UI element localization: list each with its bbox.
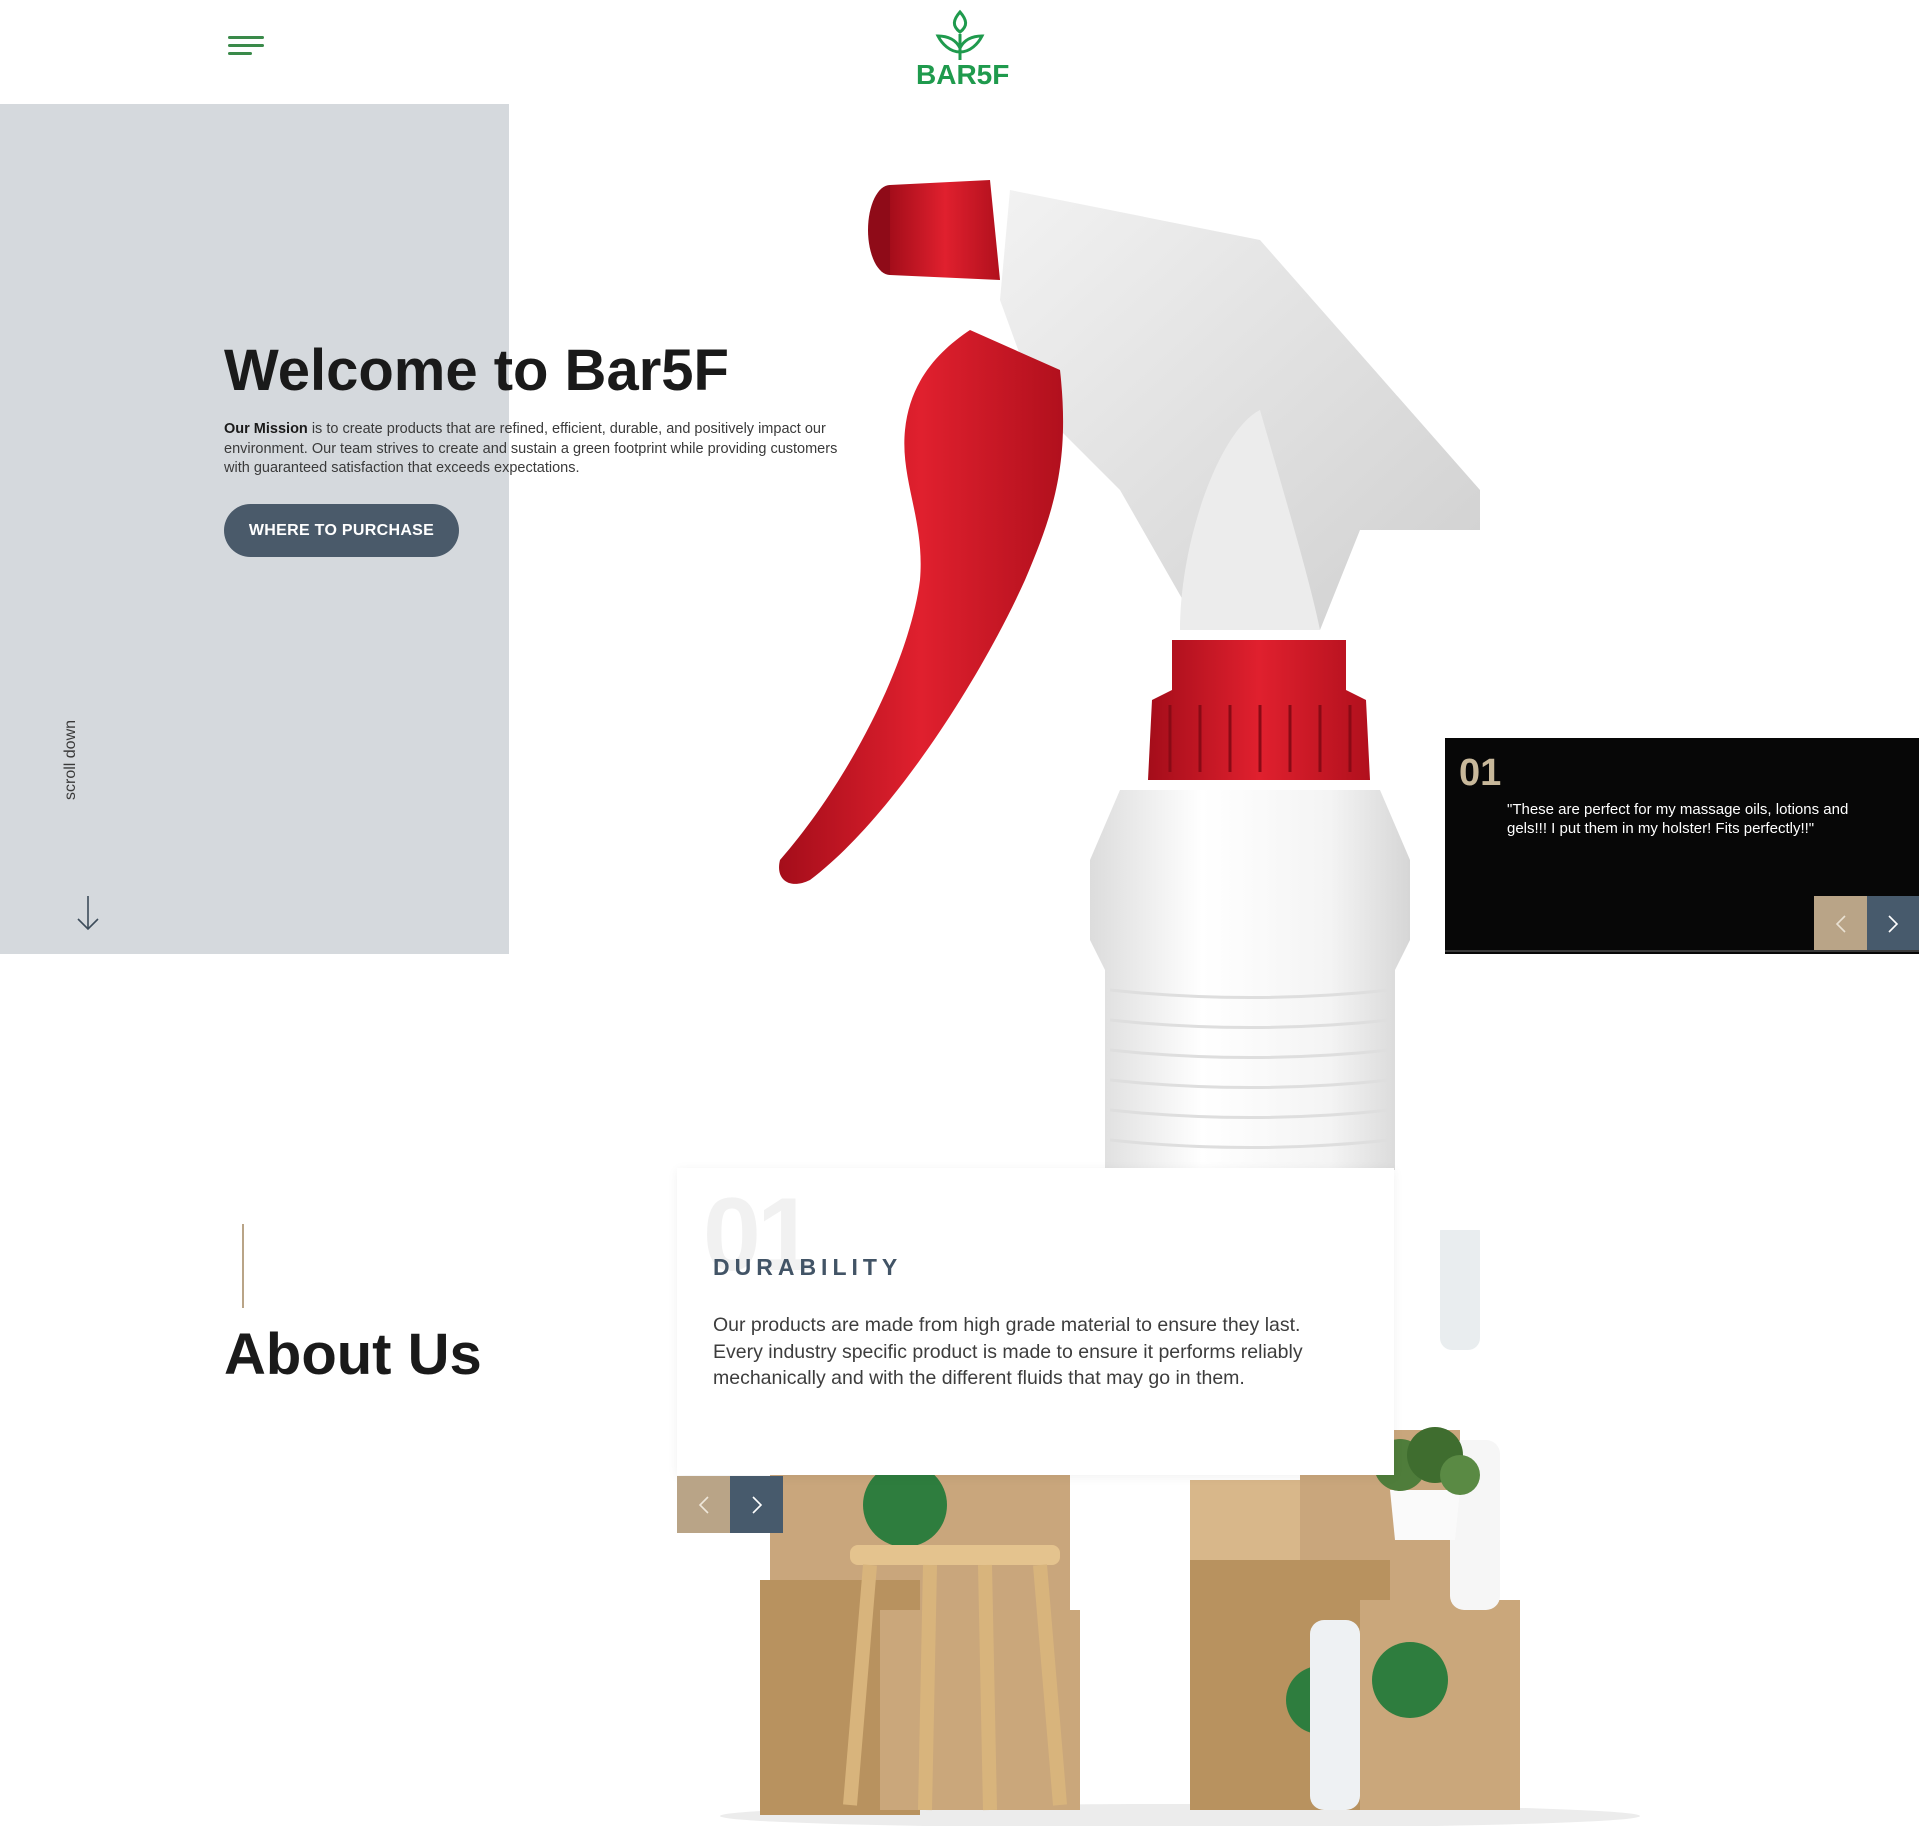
hamburger-menu-icon[interactable] [228, 36, 264, 58]
logo-text: BAR5F [916, 59, 1010, 90]
scroll-down-label: scroll down [62, 719, 79, 800]
arrow-down-icon[interactable] [76, 896, 100, 932]
testimonial-divider [1445, 950, 1919, 952]
brand-logo[interactable]: BAR5F [916, 8, 1010, 90]
durability-card: 01 DURABILITY Our products are made from… [677, 1168, 1394, 1475]
testimonial-quote: "These are perfect for my massage oils, … [1507, 801, 1849, 837]
hero-title: Welcome to Bar5F [224, 338, 729, 403]
mission-label: Our Mission [224, 421, 308, 437]
mission-body: is to create products that are refined, … [224, 421, 838, 476]
mission-text: Our Mission is to create products that a… [224, 420, 844, 479]
about-prev-button[interactable] [677, 1476, 730, 1533]
testimonial-number: 01 [1459, 752, 1502, 794]
about-title: About Us [224, 1322, 482, 1387]
chevron-left-icon [698, 1495, 709, 1514]
about-accent-line [242, 1224, 244, 1308]
chevron-left-icon [1835, 915, 1846, 933]
about-next-button[interactable] [730, 1476, 783, 1533]
leaf-logo-icon [935, 9, 985, 60]
feature-title: DURABILITY [713, 1254, 903, 1280]
where-to-purchase-button[interactable]: WHERE TO PURCHASE [224, 504, 459, 557]
chevron-right-icon [751, 1495, 762, 1514]
feature-text: Our products are made from high grade ma… [713, 1314, 1303, 1389]
testimonial-prev-button[interactable] [1814, 896, 1867, 952]
spray-bottle-image [779, 180, 1480, 1170]
testimonial-card: 01 "These are perfect for my massage oil… [1445, 738, 1919, 954]
chevron-right-icon [1888, 915, 1899, 933]
testimonial-next-button[interactable] [1867, 896, 1919, 952]
